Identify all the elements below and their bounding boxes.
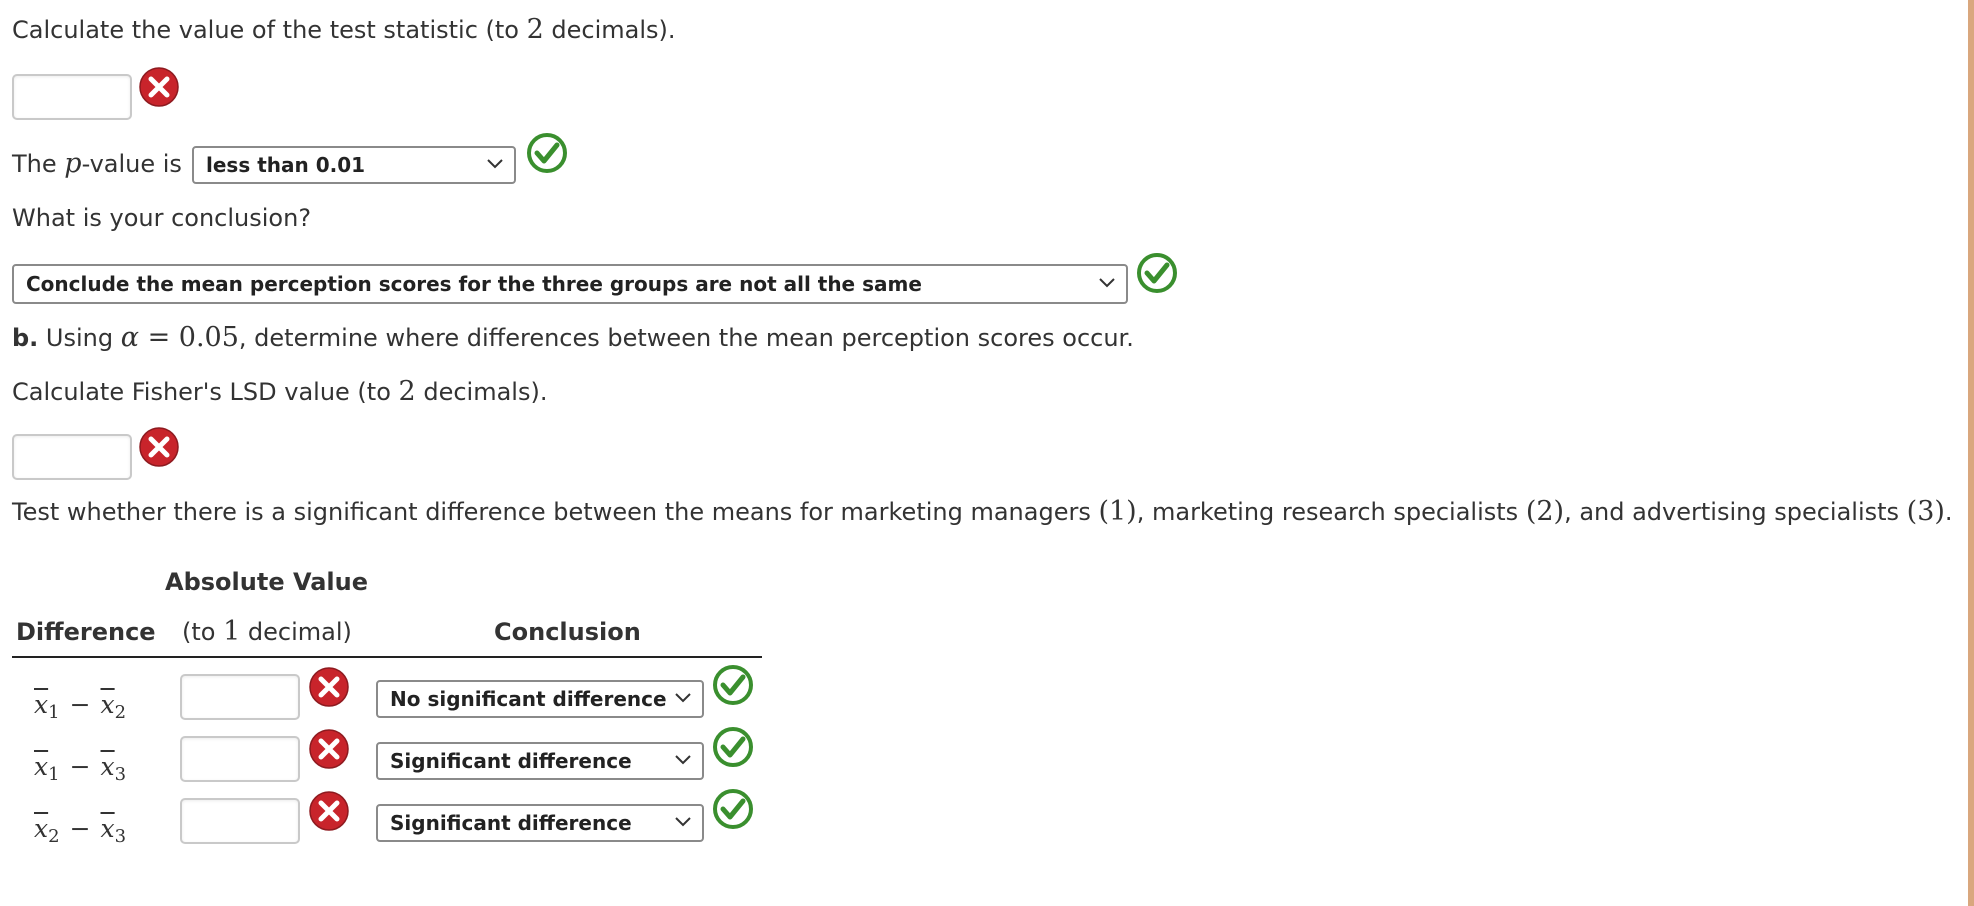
- conclusion-select-3[interactable]: Significant difference: [376, 804, 704, 842]
- x-circle-icon: [309, 791, 349, 831]
- part-b-instruction: b. Using α = 0.05, determine where diffe…: [12, 322, 1134, 353]
- x-bar: x: [34, 690, 49, 719]
- x-bar: x: [34, 752, 49, 781]
- difference-x1-x3: x1− x3: [34, 752, 126, 785]
- question-text: Calculate the value of the test statisti…: [12, 16, 527, 44]
- conclusion-selected-3: Significant difference: [390, 811, 632, 835]
- chevron-down-icon: [1099, 278, 1115, 288]
- subscript: 3: [114, 826, 127, 847]
- x-circle-icon: [139, 427, 179, 467]
- test-statistic-input[interactable]: [12, 74, 132, 120]
- abs-value-input-2[interactable]: [180, 736, 300, 782]
- minus-sign: −: [69, 690, 91, 719]
- subscript: 2: [114, 702, 127, 723]
- chevron-down-icon: [675, 817, 691, 827]
- test-statistic-question: Calculate the value of the test statisti…: [12, 14, 676, 45]
- decimal-count: 2: [526, 14, 544, 45]
- header-conclusion: Conclusion: [494, 618, 641, 646]
- p-value-suffix: -value is: [81, 150, 182, 178]
- abs-value-input-3[interactable]: [180, 798, 300, 844]
- difference-x2-x3: x2− x3: [34, 814, 126, 847]
- abs-value-input-1[interactable]: [180, 674, 300, 720]
- header-decimal-prefix: (to: [182, 618, 224, 646]
- p-value-select[interactable]: less than 0.01: [192, 146, 516, 184]
- conclusion-selected-2: Significant difference: [390, 749, 632, 773]
- conclusion-select-1[interactable]: No significant difference: [376, 680, 704, 718]
- subscript: 1: [48, 764, 60, 785]
- equals-sign: =: [138, 322, 179, 353]
- decimal-count: 2: [398, 376, 416, 407]
- instruction-text-2: , marketing research specialists: [1136, 498, 1526, 526]
- header-difference: Difference: [16, 618, 156, 646]
- check-circle-icon: [713, 665, 753, 705]
- x-bar: x: [100, 690, 115, 719]
- x-circle-icon: [309, 729, 349, 769]
- x-bar: x: [100, 814, 115, 843]
- check-circle-icon: [527, 133, 567, 173]
- conclusion-select[interactable]: Conclude the mean perception scores for …: [12, 264, 1128, 304]
- p-value-prefix: The: [12, 150, 65, 178]
- chevron-down-icon: [675, 755, 691, 765]
- x-circle-icon: [309, 667, 349, 707]
- x-circle-icon: [139, 67, 179, 107]
- part-b-text-2: , determine where differences between th…: [238, 324, 1134, 352]
- instruction-text: Test whether there is a significant diff…: [12, 498, 1099, 526]
- question-text-suffix: decimals).: [543, 16, 676, 44]
- check-circle-icon: [713, 727, 753, 767]
- subscript: 2: [48, 826, 60, 847]
- lsd-text-suffix: decimals).: [415, 378, 548, 406]
- chevron-down-icon: [675, 693, 691, 703]
- x-bar: x: [34, 814, 49, 843]
- test-instruction: Test whether there is a significant diff…: [12, 496, 1953, 527]
- minus-sign: −: [69, 814, 91, 843]
- p-variable: p: [64, 148, 82, 179]
- lsd-input[interactable]: [12, 434, 132, 480]
- x-bar: x: [100, 752, 115, 781]
- conclusion-select-2[interactable]: Significant difference: [376, 742, 704, 780]
- difference-x1-x2: x1− x2: [34, 690, 126, 723]
- page-right-border: [1968, 0, 1974, 906]
- part-b-label: b.: [12, 324, 39, 352]
- conclusion-selected: Conclude the mean perception scores for …: [26, 272, 922, 296]
- instruction-text-4: .: [1944, 498, 1953, 526]
- alpha-value: 0.05: [178, 322, 239, 353]
- group-3-number: (3): [1906, 496, 1945, 527]
- group-2-number: (2): [1525, 496, 1565, 527]
- minus-sign: −: [69, 752, 91, 781]
- header-decimal-num: 1: [223, 616, 241, 647]
- p-value-selected: less than 0.01: [206, 153, 366, 177]
- lsd-text: Calculate Fisher's LSD value (to: [12, 378, 399, 406]
- header-absolute-value: Absolute Value: [165, 568, 368, 596]
- alpha-symbol: α: [120, 322, 139, 353]
- conclusion-prompt: What is your conclusion?: [12, 204, 312, 232]
- check-circle-icon: [713, 789, 753, 829]
- table-header-rule: [12, 656, 762, 658]
- header-decimal-suffix: decimal): [240, 618, 352, 646]
- part-b-text: Using: [38, 324, 121, 352]
- conclusion-selected-1: No significant difference: [390, 687, 667, 711]
- chevron-down-icon: [487, 159, 503, 169]
- subscript: 1: [48, 702, 60, 723]
- p-value-label: The p-value is: [12, 148, 182, 179]
- subscript: 3: [114, 764, 127, 785]
- group-1-number: (1): [1098, 496, 1137, 527]
- lsd-question: Calculate Fisher's LSD value (to 2 decim…: [12, 376, 547, 407]
- check-circle-icon: [1137, 253, 1177, 293]
- header-decimal: (to 1 decimal): [182, 616, 352, 647]
- instruction-text-3: , and advertising specialists: [1564, 498, 1907, 526]
